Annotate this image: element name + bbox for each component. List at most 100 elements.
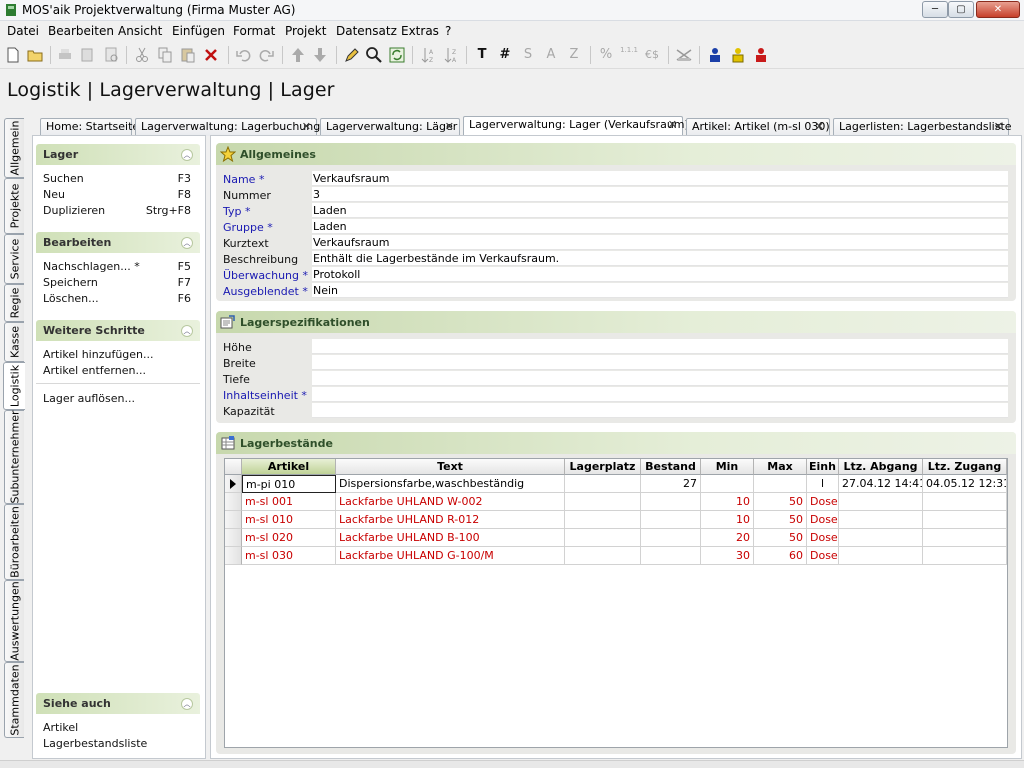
task-suchen[interactable]: Suchen F3 [43, 172, 191, 185]
grid-cell-lagerplatz[interactable] [565, 511, 641, 529]
grid-cell-lagerplatz[interactable] [565, 493, 641, 511]
col-header-min[interactable]: Min [701, 459, 754, 475]
edit-pencil-icon[interactable] [342, 45, 362, 65]
scissors-strike-icon[interactable] [674, 45, 694, 65]
cut-icon[interactable] [132, 45, 152, 65]
task-group-bearbeiten-header[interactable]: Bearbeiten ︿ [36, 232, 200, 253]
name-field[interactable]: Verkaufsraum [312, 171, 1008, 186]
tab-laeger[interactable]: Lagerverwaltung: Läger ✕ [320, 118, 460, 136]
page-preview-icon[interactable] [101, 45, 121, 65]
menu-help[interactable]: ? [445, 24, 451, 38]
grid-cell-min[interactable] [701, 475, 754, 493]
grid-cell-max[interactable] [754, 475, 807, 493]
row-selector[interactable] [225, 547, 242, 565]
beschreibung-field[interactable]: Enthält die Lagerbestände im Verkaufsrau… [312, 251, 1008, 266]
grid-cell-text[interactable]: Lackfarbe UHLAND G-100/M [336, 547, 565, 565]
col-header-artikel[interactable]: Artikel [242, 459, 336, 475]
print-preview-icon[interactable] [78, 45, 98, 65]
maximize-button[interactable]: ▢ [948, 1, 974, 18]
task-nachschlagen[interactable]: Nachschlagen... * F5 [43, 260, 191, 273]
vtab-subunternehmer[interactable]: Subunternehmer [4, 410, 24, 504]
grid-cell-zugang[interactable] [923, 529, 1007, 547]
open-folder-icon[interactable] [25, 45, 45, 65]
grid-cell-artikel[interactable]: m-sl 001 [242, 493, 336, 511]
col-header-ltz-abgang[interactable]: Ltz. Abgang [839, 459, 923, 475]
breite-field[interactable] [312, 355, 1008, 370]
tab-close-icon[interactable]: ✕ [302, 119, 311, 135]
typ-field[interactable]: Laden [312, 203, 1008, 218]
redo-icon[interactable] [256, 45, 276, 65]
grid-cell-text[interactable]: Lackfarbe UHLAND R-012 [336, 511, 565, 529]
tab-lagerbuchung[interactable]: Lagerverwaltung: Lagerbuchung ✕ [135, 118, 320, 136]
numbering-button[interactable]: 1.1.1 [619, 45, 639, 65]
vtab-stammdaten[interactable]: Stammdaten [4, 662, 24, 738]
grid-cell-abgang[interactable] [839, 529, 923, 547]
row-selector[interactable] [225, 493, 242, 511]
grid-cell-einh[interactable]: Dose [807, 529, 839, 547]
vtab-logistik[interactable]: Logistik [3, 362, 25, 410]
collapse-chevron-icon[interactable]: ︿ [181, 149, 193, 161]
vtab-bueroarbeiten[interactable]: Büroarbeiten [4, 504, 24, 580]
grid-cell-zugang[interactable]: 04.05.12 12:31 [923, 475, 1007, 493]
grid-cell-bestand[interactable]: 27 [641, 475, 701, 493]
task-duplizieren[interactable]: Duplizieren Strg+F8 [43, 204, 191, 217]
grid-cell-einh[interactable]: Dose [807, 547, 839, 565]
grid-cell-min[interactable]: 20 [701, 529, 754, 547]
move-up-icon[interactable] [288, 45, 308, 65]
col-header-ltz-zugang[interactable]: Ltz. Zugang [923, 459, 1007, 475]
task-neu[interactable]: Neu F8 [43, 188, 191, 201]
tab-close-icon[interactable]: ✕ [994, 119, 1003, 135]
col-header-max[interactable]: Max [754, 459, 807, 475]
tiefe-field[interactable] [312, 371, 1008, 386]
vtab-service[interactable]: Service [4, 234, 24, 284]
task-group-lager-header[interactable]: Lager ︿ [36, 144, 200, 165]
tab-artikel[interactable]: Artikel: Artikel (m-sl 030) ✕ [686, 118, 830, 136]
vtab-projekte[interactable]: Projekte [4, 178, 24, 234]
task-group-weitere-header[interactable]: Weitere Schritte ︿ [36, 320, 200, 341]
link-lagerbestandsliste[interactable]: Lagerbestandsliste [43, 737, 191, 750]
ueberwachung-field[interactable]: Protokoll [312, 267, 1008, 282]
col-header-text[interactable]: Text [336, 459, 565, 475]
grid-cell-min[interactable]: 10 [701, 493, 754, 511]
row-selector[interactable] [225, 511, 242, 529]
hoehe-field[interactable] [312, 339, 1008, 354]
tab-close-icon[interactable]: ✕ [445, 119, 454, 135]
grid-cell-max[interactable]: 50 [754, 493, 807, 511]
user-red-icon[interactable] [751, 45, 771, 65]
task-lager-aufloesen[interactable]: Lager auflösen... [43, 392, 191, 405]
menu-datei[interactable]: Datei [7, 24, 39, 38]
gruppe-field[interactable]: Laden [312, 219, 1008, 234]
menu-bearbeiten[interactable]: Bearbeiten [48, 24, 114, 38]
grid-cell-abgang[interactable] [839, 511, 923, 529]
tab-lagerbestandsliste[interactable]: Lagerlisten: Lagerbestandsliste ✕ [833, 118, 1012, 136]
ausgeblendet-field[interactable]: Nein [312, 283, 1008, 298]
col-header-lagerplatz[interactable]: Lagerplatz [565, 459, 641, 475]
grid-cell-lagerplatz[interactable] [565, 529, 641, 547]
section-allgemeines-header[interactable]: Allgemeines [216, 143, 1016, 165]
tab-close-icon[interactable]: ✕ [668, 117, 677, 133]
grid-cell-zugang[interactable] [923, 511, 1007, 529]
vtab-allgemein[interactable]: Allgemein [4, 118, 24, 178]
menu-einfuegen[interactable]: Einfügen [172, 24, 225, 38]
section-lagerspezifikationen-header[interactable]: Lagerspezifikationen [216, 311, 1016, 333]
grid-cell-max[interactable]: 60 [754, 547, 807, 565]
grid-cell-artikel[interactable]: m-sl 030 [242, 547, 336, 565]
tab-lager-verkaufsraum[interactable]: Lagerverwaltung: Lager (Verkaufsraum) ✕ [463, 116, 689, 137]
grid-cell-abgang[interactable] [839, 547, 923, 565]
task-group-siehe-header[interactable]: Siehe auch ︿ [36, 693, 200, 714]
grid-cell-bestand[interactable] [641, 493, 701, 511]
collapse-chevron-icon[interactable]: ︿ [181, 698, 193, 710]
task-speichern[interactable]: Speichern F7 [43, 276, 191, 289]
vtab-regie[interactable]: Regie [4, 284, 24, 322]
menu-ansicht[interactable]: Ansicht [118, 24, 162, 38]
close-window-button[interactable]: ✕ [976, 1, 1020, 18]
refresh-icon[interactable] [387, 45, 407, 65]
grid-cell-einh[interactable]: Dose [807, 511, 839, 529]
kurztext-field[interactable]: Verkaufsraum [312, 235, 1008, 250]
z-format-button[interactable]: Z [564, 45, 584, 65]
grid-cell-einh[interactable]: Dose [807, 493, 839, 511]
task-artikel-hinzufuegen[interactable]: Artikel hinzufügen... [43, 348, 191, 361]
print-icon[interactable] [55, 45, 75, 65]
task-artikel-entfernen[interactable]: Artikel entfernen... [43, 364, 191, 377]
row-selector[interactable] [225, 475, 242, 493]
